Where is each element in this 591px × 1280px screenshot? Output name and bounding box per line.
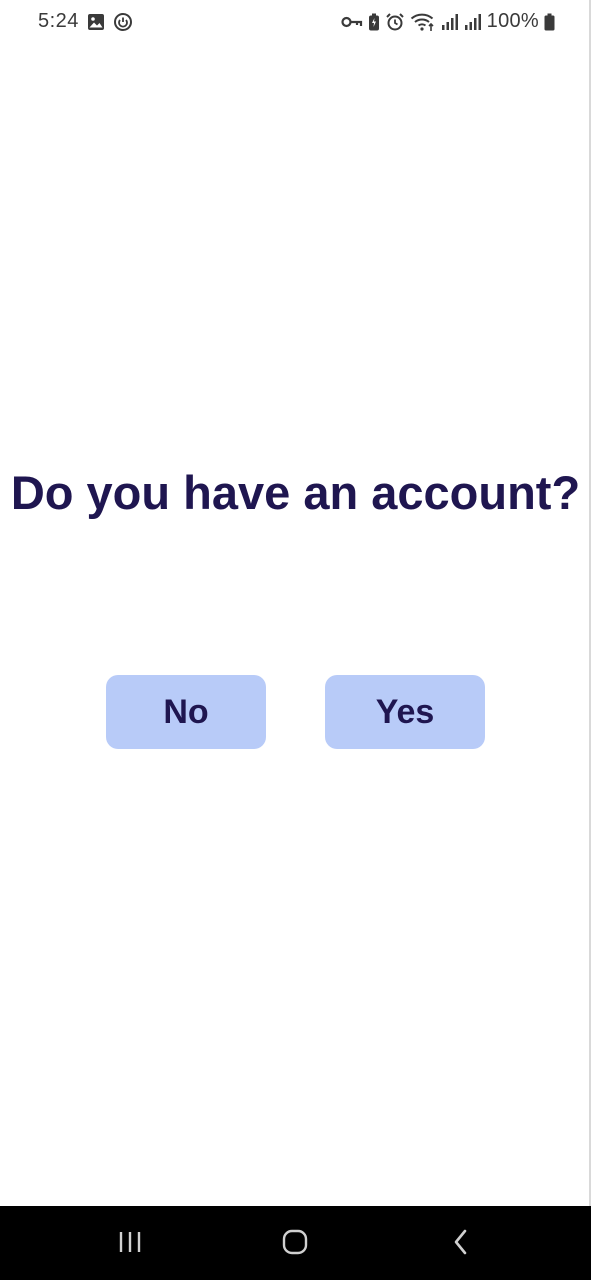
- page-title: Do you have an account?: [10, 466, 581, 519]
- back-button[interactable]: [441, 1224, 481, 1264]
- signal-icon: [441, 13, 459, 31]
- status-time: 5:24: [38, 10, 79, 32]
- yes-button[interactable]: Yes: [325, 675, 485, 749]
- status-bar: 5:24 100%: [0, 0, 591, 46]
- gallery-icon: [87, 13, 105, 31]
- account-question-screen: 5:24 100% Do you have an account? No Yes: [0, 0, 591, 1280]
- battery-icon: [544, 13, 555, 31]
- recents-button[interactable]: [110, 1224, 150, 1264]
- back-icon: [451, 1228, 471, 1261]
- signal-icon: [464, 13, 482, 31]
- status-right: 100%: [341, 10, 555, 33]
- home-button[interactable]: [275, 1224, 315, 1264]
- navigation-bar: [0, 1206, 591, 1280]
- vpn-key-icon: [341, 15, 363, 29]
- battery-percentage: 100%: [486, 10, 539, 32]
- recents-icon: [117, 1230, 143, 1259]
- no-button[interactable]: No: [106, 675, 266, 749]
- alarm-icon: [385, 12, 405, 32]
- home-icon: [281, 1228, 309, 1261]
- wifi-icon: [410, 12, 436, 32]
- power-saving-icon: [113, 12, 133, 32]
- battery-saver-icon: [368, 13, 380, 31]
- status-left: 5:24: [38, 10, 133, 33]
